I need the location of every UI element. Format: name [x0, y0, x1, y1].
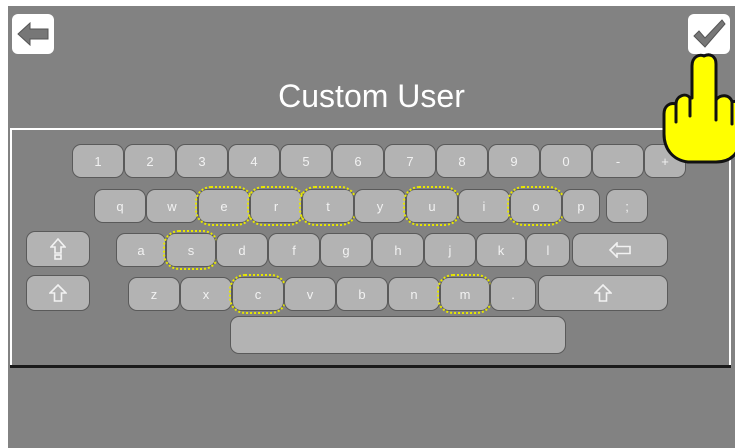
backspace-key[interactable]: [572, 233, 668, 267]
shift-icon: [49, 284, 67, 302]
key-w[interactable]: w: [146, 189, 198, 223]
key-b[interactable]: b: [336, 277, 388, 311]
shift-key-right[interactable]: [538, 275, 668, 311]
key-r[interactable]: r: [247, 186, 305, 226]
key-8[interactable]: 8: [436, 144, 488, 178]
key-9[interactable]: 9: [488, 144, 540, 178]
key-i[interactable]: i: [458, 189, 510, 223]
caps-lock-icon: [50, 238, 66, 260]
page-title: Custom User: [278, 78, 465, 114]
key-f[interactable]: f: [268, 233, 320, 267]
key-5[interactable]: 5: [280, 144, 332, 178]
key-semicolon[interactable]: ;: [606, 189, 648, 223]
key-m[interactable]: m: [437, 274, 493, 314]
key-j[interactable]: j: [424, 233, 476, 267]
confirm-button[interactable]: [688, 14, 730, 54]
key-4[interactable]: 4: [228, 144, 280, 178]
key-x[interactable]: x: [180, 277, 232, 311]
checkmark-icon: [693, 19, 726, 48]
key-n[interactable]: n: [388, 277, 440, 311]
key-e[interactable]: e: [195, 186, 253, 226]
back-button[interactable]: [12, 14, 54, 54]
screen: Custom User 1 2 3 4 5 6 7 8 9 0 - + q w …: [8, 6, 735, 448]
shift-icon: [594, 284, 612, 302]
key-minus[interactable]: -: [592, 144, 644, 178]
key-v[interactable]: v: [284, 277, 336, 311]
key-d[interactable]: d: [216, 233, 268, 267]
key-0[interactable]: 0: [540, 144, 592, 178]
key-o[interactable]: o: [507, 186, 565, 226]
key-y[interactable]: y: [354, 189, 406, 223]
arrow-left-icon: [17, 21, 49, 47]
key-c[interactable]: c: [229, 274, 287, 314]
key-u[interactable]: u: [403, 186, 461, 226]
key-6[interactable]: 6: [332, 144, 384, 178]
key-period[interactable]: .: [490, 277, 536, 311]
key-l[interactable]: l: [526, 233, 570, 267]
key-t[interactable]: t: [299, 186, 357, 226]
key-g[interactable]: g: [320, 233, 372, 267]
key-k[interactable]: k: [476, 233, 526, 267]
key-plus[interactable]: +: [644, 144, 686, 178]
keyboard-divider: [10, 365, 731, 368]
key-2[interactable]: 2: [124, 144, 176, 178]
key-p[interactable]: p: [562, 189, 600, 223]
caps-lock-key[interactable]: [26, 231, 90, 267]
key-7[interactable]: 7: [384, 144, 436, 178]
key-3[interactable]: 3: [176, 144, 228, 178]
key-h[interactable]: h: [372, 233, 424, 267]
key-1[interactable]: 1: [72, 144, 124, 178]
key-s[interactable]: s: [163, 230, 219, 270]
key-q[interactable]: q: [94, 189, 146, 223]
key-a[interactable]: a: [116, 233, 166, 267]
shift-key-left[interactable]: [26, 275, 90, 311]
backspace-icon: [609, 242, 631, 258]
key-z[interactable]: z: [128, 277, 180, 311]
space-bar[interactable]: [230, 316, 566, 354]
